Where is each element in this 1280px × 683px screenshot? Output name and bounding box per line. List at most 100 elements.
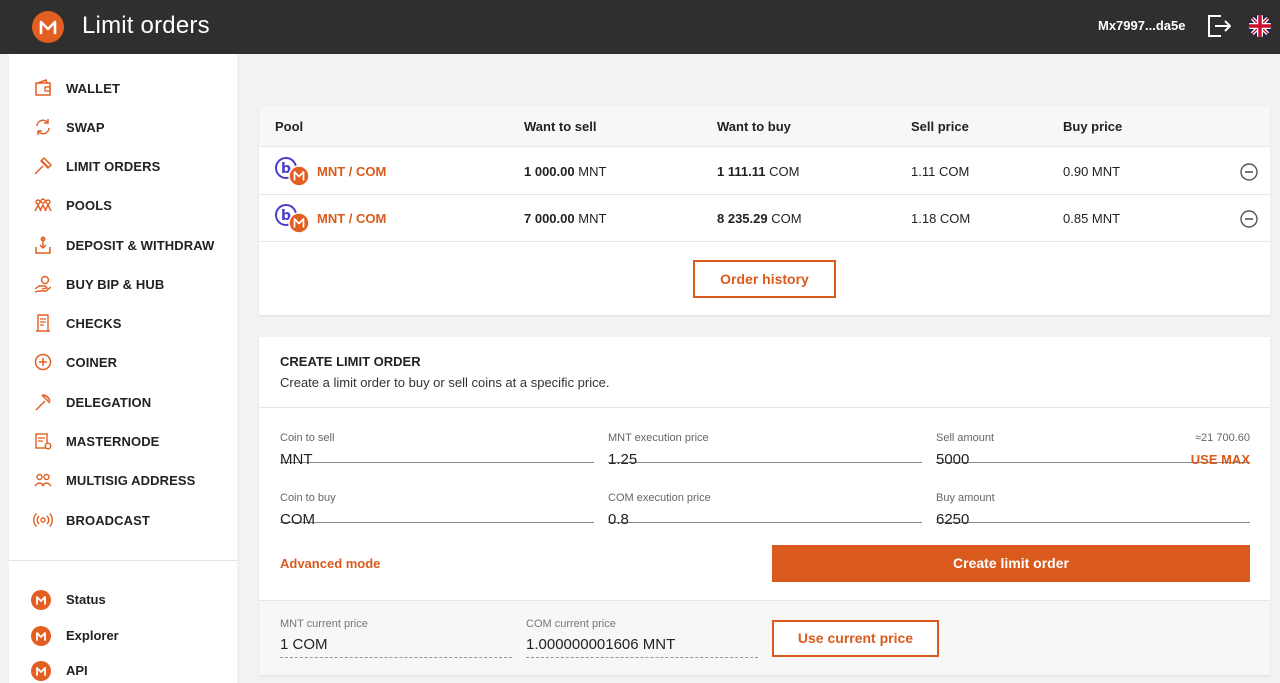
sidebar-item-label: SWAP (66, 120, 105, 135)
sidebar: WALLET SWAP LIMIT ORDERS POOLS DEPOSIT &… (9, 54, 237, 683)
cancel-order-icon[interactable] (1240, 163, 1258, 181)
sidebar-item-label: DEPOSIT & WITHDRAW (66, 238, 215, 253)
current-price-panel: MNT current price 1 COM COM current pric… (259, 600, 1270, 675)
field-label: Coin to sell (280, 432, 335, 444)
sidebar-item-label: MASTERNODE (66, 434, 160, 449)
checks-icon (33, 313, 53, 333)
column-header-want-to-buy: Want to buy (717, 119, 791, 134)
orders-card: Pool Want to sell Want to buy Sell price… (259, 106, 1270, 315)
top-bar: Limit orders Mx7997...da5e (0, 0, 1280, 54)
field-label: Coin to buy (280, 492, 336, 504)
delegation-icon (33, 392, 53, 412)
minter-logo-icon (31, 661, 51, 681)
sell-execution-price-input[interactable] (608, 451, 922, 469)
table-row: b MNT / COM 1 000.00 MNT 1 111.11 COM 1.… (259, 148, 1270, 195)
create-order-card: CREATE LIMIT ORDER Create a limit order … (259, 337, 1270, 675)
section-divider (259, 407, 1270, 408)
sidebar-link-status[interactable]: Status (9, 582, 237, 616)
buy-icon (33, 274, 53, 294)
minter-logo-icon (31, 590, 51, 610)
sidebar-item-label: LIMIT ORDERS (66, 159, 161, 174)
deposit-withdraw-icon (33, 235, 53, 255)
sidebar-link-label: Status (66, 592, 106, 607)
sidebar-link-explorer[interactable]: Explorer (9, 618, 237, 652)
balance-hint: ≈21 700.60 (1195, 432, 1250, 444)
wallet-icon (33, 78, 53, 98)
sidebar-item-buy-bip-hub[interactable]: BUY BIP & HUB (9, 264, 237, 303)
broadcast-icon (33, 510, 53, 530)
field-label: MNT current price (280, 618, 368, 630)
buy-amount-input[interactable] (936, 511, 1250, 529)
order-history-button[interactable]: Order history (693, 260, 836, 298)
multisig-icon (33, 470, 53, 490)
sidebar-item-label: BUY BIP & HUB (66, 277, 165, 292)
use-current-price-button[interactable]: Use current price (772, 620, 939, 657)
sidebar-item-wallet[interactable]: WALLET (9, 68, 237, 107)
want-to-sell-cell: 1 000.00 MNT (524, 164, 607, 179)
use-max-button[interactable]: USE MAX (1191, 452, 1250, 467)
sidebar-item-multisig-address[interactable]: MULTISIG ADDRESS (9, 460, 237, 499)
coin-pair-icon: b (275, 204, 311, 234)
sidebar-link-label: API (66, 663, 88, 678)
swap-icon (33, 117, 53, 137)
sell-amount-field: Sell amount ≈21 700.60 USE MAX (936, 417, 1250, 469)
advanced-mode-link[interactable]: Advanced mode (280, 556, 380, 571)
section-title: CREATE LIMIT ORDER (280, 354, 421, 369)
coin-to-sell-field: Coin to sell (280, 417, 594, 469)
want-to-buy-cell: 1 111.11 COM (717, 164, 800, 179)
coin-to-sell-input[interactable] (280, 451, 594, 469)
field-label: MNT execution price (608, 432, 709, 444)
sidebar-item-checks[interactable]: CHECKS (9, 303, 237, 342)
sell-amount-input[interactable] (936, 451, 1176, 469)
logout-icon[interactable] (1206, 13, 1232, 39)
mnt-current-price-value: 1 COM (280, 636, 328, 653)
uk-flag-icon[interactable] (1249, 15, 1271, 37)
buy-execution-price-input[interactable] (608, 511, 922, 529)
column-header-want-to-sell: Want to sell (524, 119, 597, 134)
sell-execution-price-field: MNT execution price (608, 417, 922, 469)
pool-link[interactable]: MNT / COM (317, 164, 386, 179)
minter-logo-icon[interactable] (32, 11, 64, 43)
sidebar-item-broadcast[interactable]: BROADCAST (9, 500, 237, 539)
sidebar-item-swap[interactable]: SWAP (9, 107, 237, 146)
com-current-price-field: COM current price 1.000000001606 MNT (526, 601, 758, 658)
want-to-buy-cell: 8 235.29 COM (717, 211, 802, 226)
column-header-pool: Pool (275, 119, 304, 134)
sidebar-item-label: MULTISIG ADDRESS (66, 473, 196, 488)
sidebar-item-pools[interactable]: POOLS (9, 185, 237, 224)
sidebar-item-label: WALLET (66, 81, 121, 96)
coiner-icon (33, 352, 53, 372)
column-header-sell-price: Sell price (911, 119, 969, 134)
coin-pair-icon: b (275, 157, 311, 187)
sidebar-item-label: POOLS (66, 198, 113, 213)
sell-price-cell: 1.11 COM (911, 164, 970, 179)
buy-amount-field: Buy amount (936, 477, 1250, 529)
field-label: Buy amount (936, 492, 995, 504)
sidebar-item-coiner[interactable]: COINER (9, 342, 237, 381)
masternode-icon (33, 431, 53, 451)
sidebar-divider (9, 560, 237, 561)
cancel-order-icon[interactable] (1240, 210, 1258, 228)
field-label: COM current price (526, 618, 616, 630)
coin-to-buy-input[interactable] (280, 511, 594, 529)
sidebar-item-delegation[interactable]: DELEGATION (9, 382, 237, 421)
coin-to-buy-field: Coin to buy (280, 477, 594, 529)
pool-link[interactable]: MNT / COM (317, 211, 386, 226)
field-label: Sell amount (936, 432, 995, 444)
table-row: b MNT / COM 7 000.00 MNT 8 235.29 COM 1.… (259, 195, 1270, 242)
sidebar-item-masternode[interactable]: MASTERNODE (9, 421, 237, 460)
want-to-sell-cell: 7 000.00 MNT (524, 211, 607, 226)
mnt-current-price-field: MNT current price 1 COM (280, 601, 512, 658)
buy-price-cell: 0.90 MNT (1063, 164, 1121, 179)
create-limit-order-button[interactable]: Create limit order (772, 545, 1250, 582)
sidebar-item-deposit-withdraw[interactable]: DEPOSIT & WITHDRAW (9, 225, 237, 264)
pools-icon (33, 195, 53, 215)
sell-price-cell: 1.18 COM (911, 211, 971, 226)
sidebar-item-label: DELEGATION (66, 395, 152, 410)
com-current-price-value: 1.000000001606 MNT (526, 636, 676, 653)
buy-execution-price-field: COM execution price (608, 477, 922, 529)
wallet-address[interactable]: Mx7997...da5e (1098, 18, 1185, 34)
sidebar-item-limit-orders[interactable]: LIMIT ORDERS (9, 146, 237, 185)
sidebar-link-api[interactable]: API (9, 653, 237, 683)
column-header-buy-price: Buy price (1063, 119, 1123, 134)
